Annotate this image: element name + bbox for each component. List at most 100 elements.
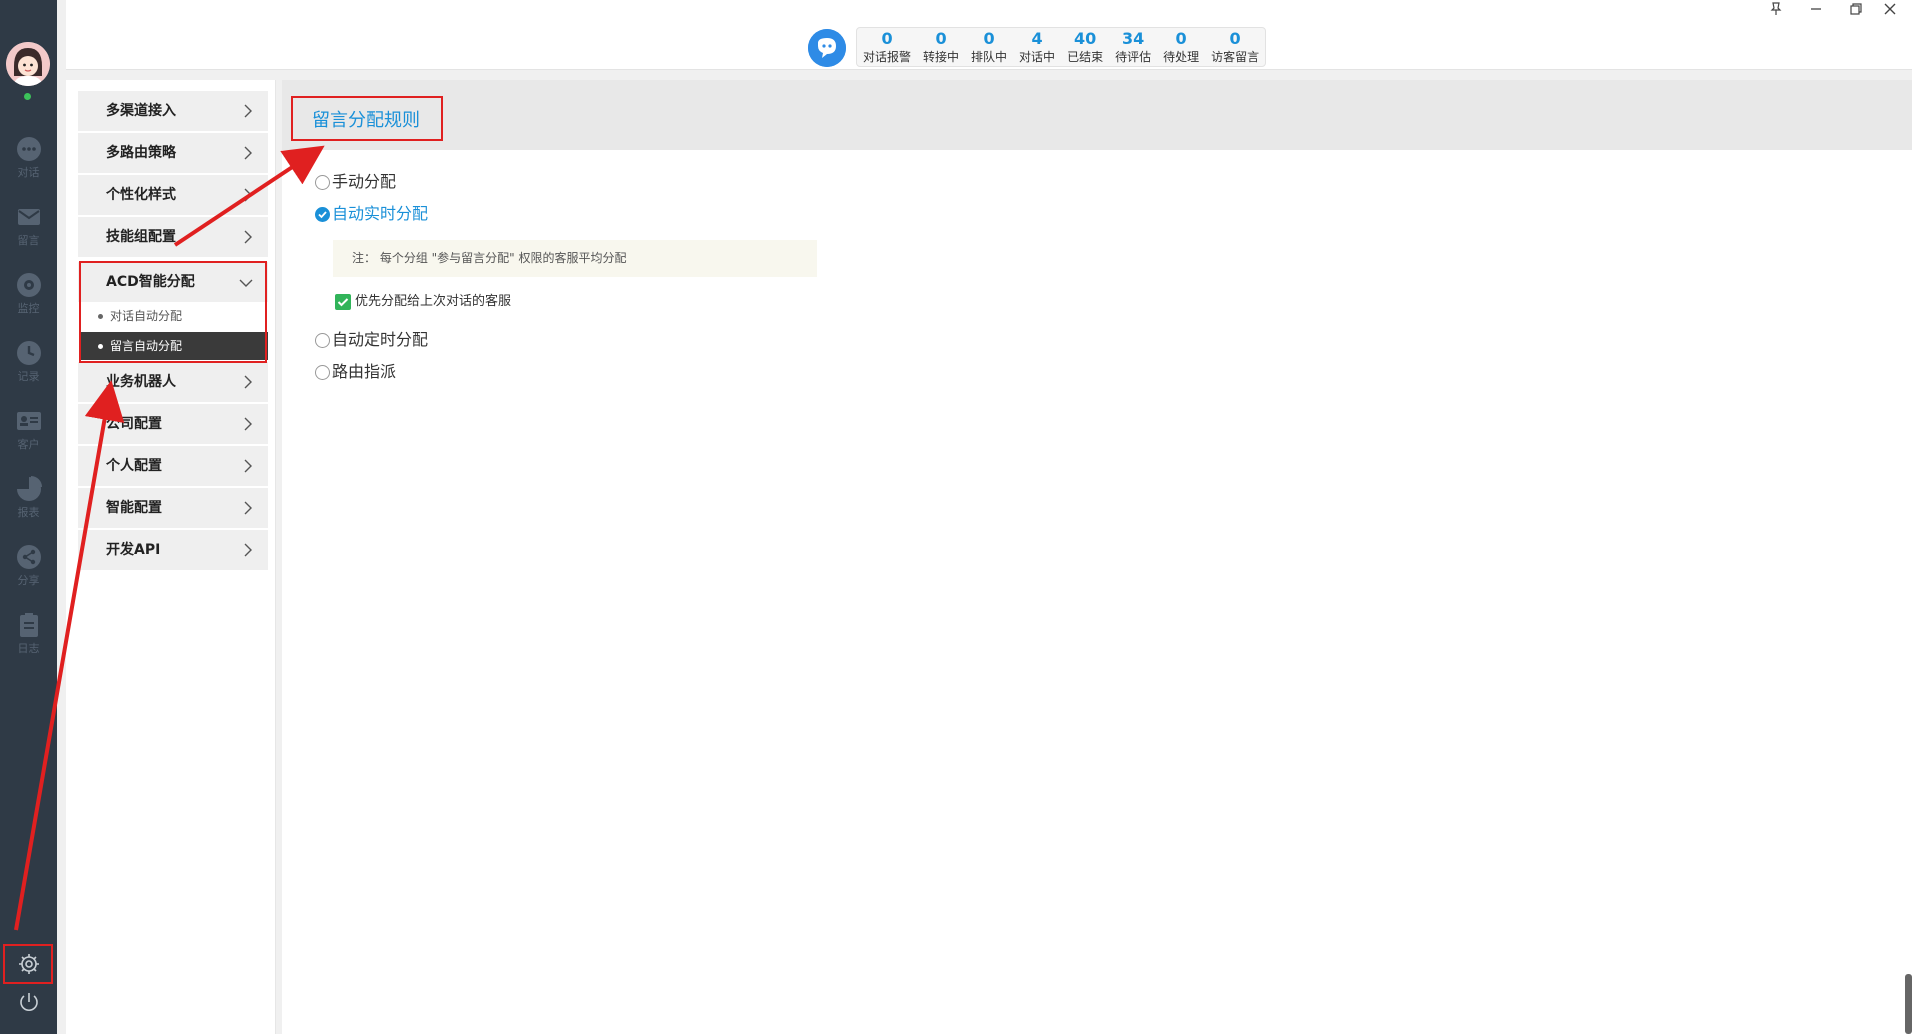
pin-icon (1770, 2, 1782, 15)
minimize-button[interactable] (1806, 2, 1826, 18)
chevron-right-icon (244, 543, 252, 557)
menu-item-label: 公司配置 (106, 416, 162, 432)
check-icon (337, 298, 349, 307)
stat-item[interactable]: 0 转接中 (917, 28, 965, 68)
stat-label: 待评估 (1115, 50, 1152, 64)
rail-item-messages[interactable]: 留言 (0, 196, 57, 256)
menu-item-skill-group[interactable]: 技能组配置 (78, 217, 268, 257)
rail-item-customers[interactable]: 客户 (0, 400, 57, 460)
menu-item-bot[interactable]: 业务机器人 (78, 362, 268, 402)
menu-item-smart[interactable]: 智能配置 (78, 488, 268, 528)
chevron-right-icon (244, 417, 252, 431)
menu-item-label: 开发API (106, 542, 161, 558)
pin-button[interactable] (1766, 2, 1786, 18)
radio-route[interactable]: 路由指派 (315, 361, 396, 383)
distribution-note: 注： 每个分组 "参与留言分配" 权限的客服平均分配 (333, 240, 817, 277)
contact-card-icon (16, 412, 41, 430)
content-header: 留言分配规则 (282, 80, 1912, 150)
stat-value: 0 (935, 29, 947, 48)
power-button[interactable] (0, 984, 57, 1020)
avatar-icon (6, 42, 50, 86)
stats-bar: 0 对话报警 0 转接中 0 排队中 4 对话中 40 已结束 34 待评估 0 待处理 0 访… (856, 27, 1267, 68)
stat-label: 转接中 (923, 50, 960, 64)
radio-checked-icon (315, 207, 330, 222)
stat-value: 0 (1229, 29, 1241, 48)
rail-label: 监控 (17, 302, 40, 315)
nav-rail: 对话 留言 监控 记录 客户 报表 分享 日志 (0, 0, 57, 1034)
radio-icon (315, 333, 330, 348)
stat-item[interactable]: 0 对话报警 (857, 28, 917, 68)
rail-label: 客户 (17, 438, 40, 451)
rail-item-records[interactable]: 记录 (0, 332, 57, 392)
radio-label: 自动实时分配 (332, 204, 429, 223)
radio-icon (315, 175, 330, 190)
checkbox-prefer-last-agent[interactable]: 优先分配给上次对话的客服 (335, 293, 511, 311)
menu-item-label: 个性化样式 (106, 187, 176, 203)
stat-label: 已结束 (1067, 50, 1104, 64)
rail-label: 日志 (17, 642, 40, 655)
settings-highlight-box (3, 944, 53, 984)
rail-label: 留言 (17, 234, 40, 247)
stat-value: 34 (1121, 29, 1145, 48)
menu-item-personal[interactable]: 个人配置 (78, 446, 268, 486)
menu-item-company[interactable]: 公司配置 (78, 404, 268, 444)
stat-label: 对话报警 (863, 50, 912, 64)
radio-manual[interactable]: 手动分配 (315, 171, 396, 193)
radio-label: 手动分配 (332, 172, 397, 191)
chat-bubble-logo-icon (808, 29, 846, 67)
main-content: 留言分配规则 手动分配 自动实时分配 注： 每个分组 "参与留言分配" 权限的客… (282, 80, 1912, 1034)
menu-item-style[interactable]: 个性化样式 (78, 175, 268, 215)
rail-item-reports[interactable]: 报表 (0, 468, 57, 528)
rail-item-monitor[interactable]: 监控 (0, 264, 57, 324)
radio-icon (315, 365, 330, 380)
chevron-right-icon (244, 501, 252, 515)
mail-icon (17, 209, 40, 225)
chevron-right-icon (244, 375, 252, 389)
chevron-right-icon (244, 188, 252, 202)
radio-auto-scheduled[interactable]: 自动定时分配 (315, 329, 428, 351)
radio-label: 自动定时分配 (332, 330, 429, 349)
menu-item-label: 业务机器人 (106, 374, 176, 390)
rail-item-share[interactable]: 分享 (0, 536, 57, 596)
page-title: 留言分配规则 (312, 110, 420, 131)
stat-label: 对话中 (1019, 50, 1056, 64)
stat-item[interactable]: 34 待评估 (1109, 28, 1157, 68)
clock-icon (16, 341, 41, 365)
avatar[interactable] (6, 42, 50, 86)
stat-label: 排队中 (971, 50, 1008, 64)
stat-item[interactable]: 0 排队中 (965, 28, 1013, 68)
rail-label: 分享 (17, 574, 40, 587)
stat-item[interactable]: 4 对话中 (1013, 28, 1061, 68)
chevron-right-icon (244, 230, 252, 244)
stat-label: 待处理 (1163, 50, 1200, 64)
menu-item-label: 个人配置 (106, 458, 162, 474)
menu-item-routing[interactable]: 多路由策略 (78, 133, 268, 173)
chevron-right-icon (244, 146, 252, 160)
menu-item-label: 多渠道接入 (106, 103, 176, 119)
rail-item-logs[interactable]: 日志 (0, 604, 57, 664)
check-icon (318, 211, 327, 219)
stat-value: 40 (1073, 29, 1097, 48)
close-button[interactable] (1880, 2, 1900, 18)
share-icon (16, 545, 41, 569)
menu-item-multichannel[interactable]: 多渠道接入 (78, 91, 268, 131)
stat-item[interactable]: 0 访客留言 (1205, 28, 1265, 68)
stat-item[interactable]: 0 待处理 (1157, 28, 1205, 68)
close-icon (1884, 3, 1896, 15)
chat-icon (16, 137, 41, 161)
menu-item-api[interactable]: 开发API (78, 530, 268, 570)
stat-value: 0 (983, 29, 995, 48)
rail-label: 报表 (17, 506, 40, 519)
eye-icon (16, 273, 41, 297)
stat-value: 0 (1175, 29, 1187, 48)
acd-highlight-box (79, 261, 267, 363)
radio-auto-realtime[interactable]: 自动实时分配 (315, 203, 428, 225)
stat-item[interactable]: 40 已结束 (1061, 28, 1109, 68)
rail-label: 记录 (17, 370, 40, 383)
scrollbar-thumb[interactable] (1905, 974, 1912, 1034)
radio-label: 路由指派 (332, 362, 397, 381)
rail-label: 对话 (17, 166, 40, 179)
stat-label: 访客留言 (1211, 50, 1260, 64)
restore-button[interactable] (1846, 2, 1866, 18)
rail-item-chat[interactable]: 对话 (0, 128, 57, 188)
